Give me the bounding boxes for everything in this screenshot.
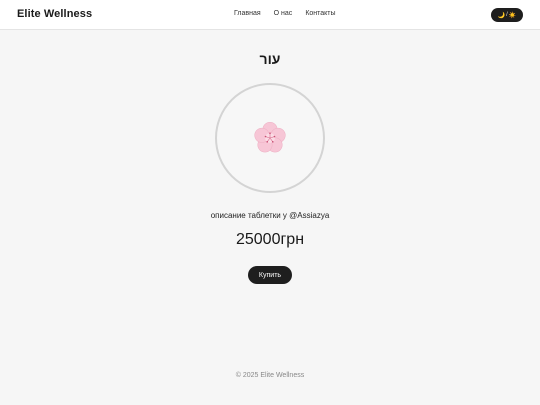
sun-icon: ☀️ [508, 12, 517, 19]
product-image [215, 83, 325, 193]
product-price: 25000грн [235, 231, 305, 248]
product-title: עור [259, 51, 281, 67]
theme-toggle-button[interactable]: 🌙 / ☀️ [491, 8, 523, 22]
nav-link-about[interactable]: О нас [274, 10, 293, 17]
moon-icon: 🌙 [497, 12, 506, 19]
footer-copyright: © 2025 Elite Wellness [235, 372, 305, 379]
product-description: описание таблетки у @Assiazya [210, 211, 330, 220]
cherry-blossom-icon [254, 121, 286, 153]
buy-button[interactable]: Купить [248, 266, 292, 284]
site-header: Elite Wellness Главная О нас Контакты 🌙 … [0, 0, 540, 30]
site-footer: © 2025 Elite Wellness [0, 372, 540, 379]
nav-link-contacts[interactable]: Контакты [305, 10, 335, 17]
page: Elite Wellness Главная О нас Контакты 🌙 … [0, 0, 540, 405]
brand-logo[interactable]: Elite Wellness [17, 8, 92, 20]
main-nav: Главная О нас Контакты [234, 10, 336, 17]
nav-link-home[interactable]: Главная [234, 10, 261, 17]
toggle-separator: / [506, 12, 508, 18]
